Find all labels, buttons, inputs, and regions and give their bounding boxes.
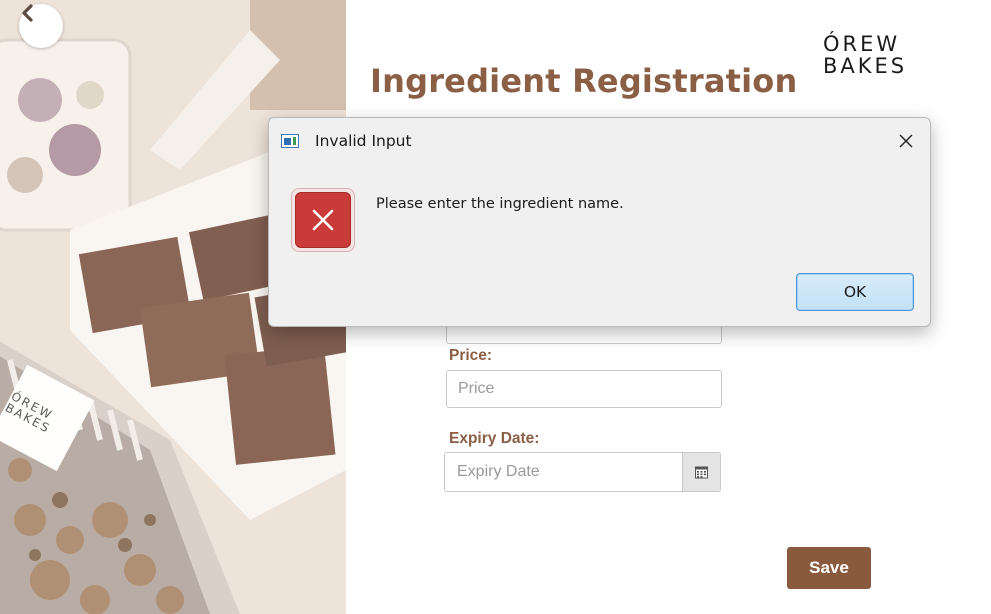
- dialog-close-button[interactable]: [890, 126, 922, 156]
- expiry-date-input[interactable]: [445, 453, 682, 491]
- price-input[interactable]: [446, 370, 722, 408]
- dialog-message: Please enter the ingredient name.: [376, 196, 624, 212]
- brand-logo-line2: BAKES: [823, 54, 908, 78]
- dialog-titlebar[interactable]: Invalid Input: [269, 118, 930, 164]
- calendar-button[interactable]: [682, 453, 720, 491]
- expiry-date-label: Expiry Date:: [449, 430, 540, 447]
- save-button[interactable]: Save: [787, 547, 871, 589]
- brand-logo: ÓREW BAKES: [823, 33, 943, 77]
- x-mark-icon: [312, 209, 334, 231]
- page-title: Ingredient Registration: [370, 62, 798, 100]
- ok-button[interactable]: OK: [796, 273, 914, 311]
- expiry-date-picker: [444, 452, 721, 492]
- brand-logo-line1: ÓREW: [823, 32, 901, 56]
- app-window-icon: [281, 134, 299, 148]
- close-icon: [899, 134, 913, 148]
- error-icon-badge: [295, 192, 351, 248]
- invalid-input-dialog: Invalid Input Please enter the ingredien…: [268, 117, 931, 327]
- error-icon: [291, 188, 355, 252]
- back-button[interactable]: [19, 4, 63, 48]
- chevron-left-icon: [22, 4, 33, 22]
- dialog-title: Invalid Input: [315, 132, 412, 150]
- calendar-icon: [695, 466, 708, 478]
- price-label: Price:: [449, 347, 493, 364]
